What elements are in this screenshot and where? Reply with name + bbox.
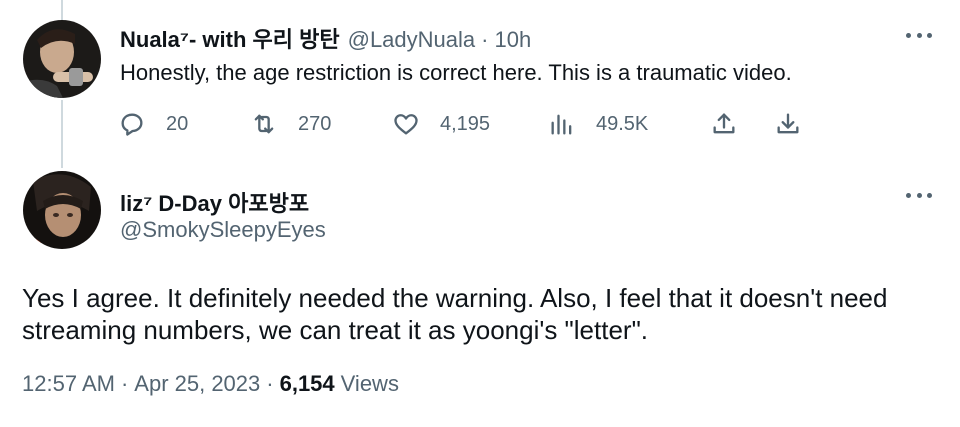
reply-action-bar: 20 270 4,195 49.5K: [118, 108, 818, 140]
like-count: 4,195: [440, 112, 491, 135]
download-icon: [777, 113, 799, 134]
views-label: Views: [340, 371, 399, 396]
reply-handle[interactable]: @LadyNuala: [348, 27, 476, 53]
reply-text: Honestly, the age restriction is correct…: [120, 60, 792, 85]
views-count: 49.5K: [596, 112, 649, 135]
views-button[interactable]: 49.5K: [548, 108, 648, 140]
share-button[interactable]: [710, 108, 738, 140]
separator-dot: ·: [266, 371, 274, 396]
reply-header: Nuala⁷- with 우리 방탄 @LadyNuala · 10h: [120, 22, 531, 54]
main-more-icon[interactable]: [906, 190, 932, 200]
thread-line: [61, 100, 63, 168]
download-button[interactable]: [774, 108, 802, 140]
separator-dot: ·: [481, 27, 489, 52]
retweet-count: 270: [298, 112, 332, 135]
tweet-metadata: 12:57 AM · Apr 25, 2023 · 6,154 Views: [22, 371, 399, 397]
like-button[interactable]: 4,195: [392, 108, 490, 140]
share-icon: [713, 113, 735, 134]
main-handle[interactable]: @SmokySleepyEyes: [120, 217, 326, 243]
retweet-icon: [254, 114, 274, 134]
reply-more-icon[interactable]: [906, 30, 932, 40]
reply-timestamp[interactable]: 10h: [494, 27, 531, 53]
views-icon: [551, 114, 572, 135]
tweet-time[interactable]: 12:57 AM: [22, 371, 115, 397]
main-display-name[interactable]: liz⁷ D-Day 아포방포: [120, 186, 309, 218]
retweet-button[interactable]: 270: [250, 108, 331, 140]
reply-display-name[interactable]: Nuala⁷- with 우리 방탄: [120, 22, 340, 54]
thread-line-top: [61, 0, 63, 20]
like-icon: [394, 114, 418, 135]
reply-avatar[interactable]: [23, 20, 101, 98]
main-tweet-text: Yes I agree. It definitely needed the wa…: [22, 283, 888, 345]
reply-icon: [121, 113, 143, 136]
reply-button[interactable]: 20: [118, 108, 188, 140]
reply-count: 20: [166, 112, 189, 135]
main-avatar[interactable]: [23, 171, 101, 249]
views-total: 6,154: [279, 371, 335, 396]
tweet-date[interactable]: Apr 25, 2023: [134, 371, 260, 397]
separator-dot: ·: [120, 371, 129, 396]
